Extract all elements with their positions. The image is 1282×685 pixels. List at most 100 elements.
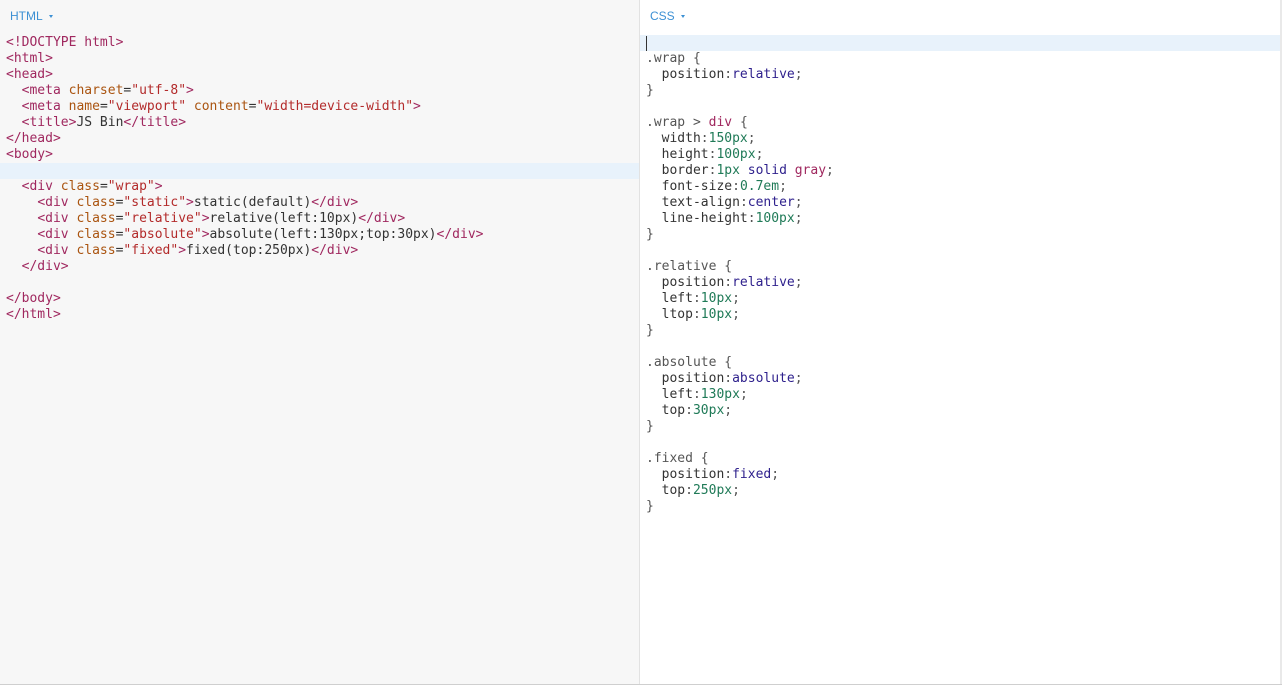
- code-line[interactable]: top:30px;: [640, 403, 1280, 419]
- code-token: ;: [732, 291, 740, 306]
- code-token: </html>: [6, 307, 61, 322]
- code-token: </title>: [123, 115, 187, 130]
- code-token: solid: [747, 163, 787, 178]
- code-token: fixed: [732, 467, 772, 482]
- code-token: class: [76, 195, 116, 210]
- code-line[interactable]: position:absolute;: [640, 371, 1280, 387]
- code-line[interactable]: <div class="fixed">fixed(top:250px)</div…: [0, 243, 639, 259]
- code-token: >: [178, 243, 187, 258]
- code-token: "utf-8": [131, 83, 187, 98]
- code-line[interactable]: left:130px;: [640, 387, 1280, 403]
- code-line[interactable]: [640, 35, 1280, 51]
- code-line[interactable]: border:1px solid gray;: [640, 163, 1280, 179]
- code-line[interactable]: .absolute {: [640, 355, 1280, 371]
- code-token: position: [661, 371, 725, 386]
- code-line[interactable]: }: [640, 419, 1280, 435]
- code-token: >: [201, 227, 210, 242]
- code-token: 100px: [755, 211, 795, 226]
- code-line[interactable]: [640, 339, 1280, 355]
- code-token: >: [154, 179, 163, 194]
- code-line[interactable]: [0, 275, 639, 291]
- code-token: <meta: [21, 83, 69, 98]
- code-token: {: [724, 259, 733, 274]
- code-line[interactable]: </div>: [0, 259, 639, 275]
- code-token: border: [661, 163, 709, 178]
- code-line[interactable]: text-align:center;: [640, 195, 1280, 211]
- code-token: 0.7em: [739, 179, 780, 194]
- code-line[interactable]: [640, 99, 1280, 115]
- code-token: "width=device-width": [256, 99, 414, 114]
- code-token: text-align: [661, 195, 740, 210]
- code-line[interactable]: <title>JS Bin</title>: [0, 115, 639, 131]
- code-line[interactable]: <html>: [0, 51, 639, 67]
- code-token: .relative: [646, 259, 725, 274]
- code-line[interactable]: .wrap {: [640, 51, 1280, 67]
- code-line[interactable]: </body>: [0, 291, 639, 307]
- code-token: ;: [779, 179, 787, 194]
- html-code-editor[interactable]: <!DOCTYPE html> <html> <head> <meta charse…: [0, 35, 639, 323]
- html-panel-menu[interactable]: HTML: [10, 8, 53, 24]
- code-token: <title>: [21, 115, 77, 130]
- code-line[interactable]: <div class="absolute">absolute(left:130p…: [0, 227, 639, 243]
- code-line[interactable]: [0, 163, 639, 179]
- code-token: :: [739, 195, 748, 210]
- code-token: <div: [37, 195, 77, 210]
- css-code-editor[interactable]: .wrap { position:relative;} .wrap > div {…: [640, 35, 1280, 515]
- code-line[interactable]: line-height:100px;: [640, 211, 1280, 227]
- code-token: ;: [755, 147, 764, 162]
- code-line[interactable]: [640, 435, 1280, 451]
- code-line[interactable]: <!DOCTYPE html>: [0, 35, 639, 51]
- code-token: 10px: [700, 291, 733, 306]
- code-token: 130px: [700, 387, 740, 402]
- code-line[interactable]: [640, 243, 1280, 259]
- code-token: >: [186, 195, 194, 210]
- code-line[interactable]: left:10px;: [640, 291, 1280, 307]
- code-line[interactable]: <body>: [0, 147, 639, 163]
- code-token: :: [724, 371, 733, 386]
- code-line[interactable]: }: [640, 323, 1280, 339]
- code-line[interactable]: top:250px;: [640, 483, 1280, 499]
- code-line[interactable]: .relative {: [640, 259, 1280, 275]
- code-line[interactable]: position:relative;: [640, 275, 1280, 291]
- code-token: class: [76, 227, 116, 242]
- code-line[interactable]: .fixed {: [640, 451, 1280, 467]
- code-token: 250px: [692, 483, 733, 498]
- code-line[interactable]: }: [640, 499, 1280, 515]
- css-panel-menu[interactable]: CSS: [650, 8, 685, 24]
- code-line[interactable]: <head>: [0, 67, 639, 83]
- code-line[interactable]: position:relative;: [640, 67, 1280, 83]
- code-line[interactable]: .wrap > div {: [640, 115, 1280, 131]
- code-line[interactable]: <div class="relative">relative(left:10px…: [0, 211, 639, 227]
- code-line[interactable]: ltop:10px;: [640, 307, 1280, 323]
- code-token: {: [700, 451, 709, 466]
- code-token: 1px: [716, 163, 740, 178]
- code-line[interactable]: <meta name="viewport" content="width=dev…: [0, 99, 639, 115]
- code-line[interactable]: width:150px;: [640, 131, 1280, 147]
- code-token: <div: [37, 243, 77, 258]
- code-line[interactable]: height:100px;: [640, 147, 1280, 163]
- code-line[interactable]: </head>: [0, 131, 639, 147]
- code-line[interactable]: position:fixed;: [640, 467, 1280, 483]
- code-line[interactable]: <div class="static">static(default)</div…: [0, 195, 639, 211]
- code-token: height: [661, 147, 709, 162]
- code-token: ;: [724, 403, 733, 418]
- code-line[interactable]: <div class="wrap">: [0, 179, 639, 195]
- code-token: ;: [794, 67, 803, 82]
- code-token: left: [661, 291, 693, 306]
- code-line[interactable]: }: [640, 227, 1280, 243]
- code-line[interactable]: <meta charset="utf-8">: [0, 83, 639, 99]
- code-token: >: [413, 99, 421, 114]
- code-token: :: [724, 67, 733, 82]
- code-token: class: [76, 211, 116, 226]
- code-line[interactable]: </html>: [0, 307, 639, 323]
- code-line[interactable]: font-size:0.7em;: [640, 179, 1280, 195]
- code-line[interactable]: }: [640, 83, 1280, 99]
